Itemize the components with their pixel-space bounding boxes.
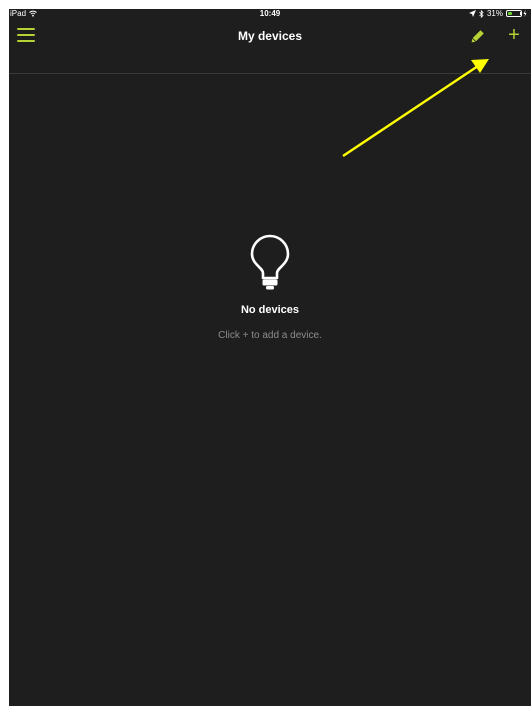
battery-fill (508, 12, 512, 15)
pencil-icon (471, 30, 484, 43)
navigation-bar: My devices + (9, 22, 531, 74)
edit-button[interactable] (471, 29, 485, 43)
status-time: 10:49 (259, 9, 281, 18)
empty-state: No devices Click + to add a device. (9, 233, 531, 341)
status-bar: iPad 10:49 31% (9, 9, 531, 22)
battery-percent: 31% (486, 9, 503, 18)
battery-outline (506, 10, 522, 17)
bluetooth-icon (479, 9, 484, 18)
page-title: My devices (237, 29, 303, 43)
charging-plug-icon (523, 10, 527, 17)
empty-state-subtitle: Click + to add a device. (218, 330, 322, 341)
battery-icon (506, 10, 527, 17)
location-arrow-icon (468, 10, 476, 17)
add-device-button[interactable]: + (504, 25, 524, 45)
status-right: 31% (468, 9, 527, 18)
app-screen: iPad 10:49 31% My devices + No devices C… (9, 9, 531, 706)
lightbulb-icon (250, 234, 290, 290)
empty-state-title: No devices (240, 304, 300, 316)
